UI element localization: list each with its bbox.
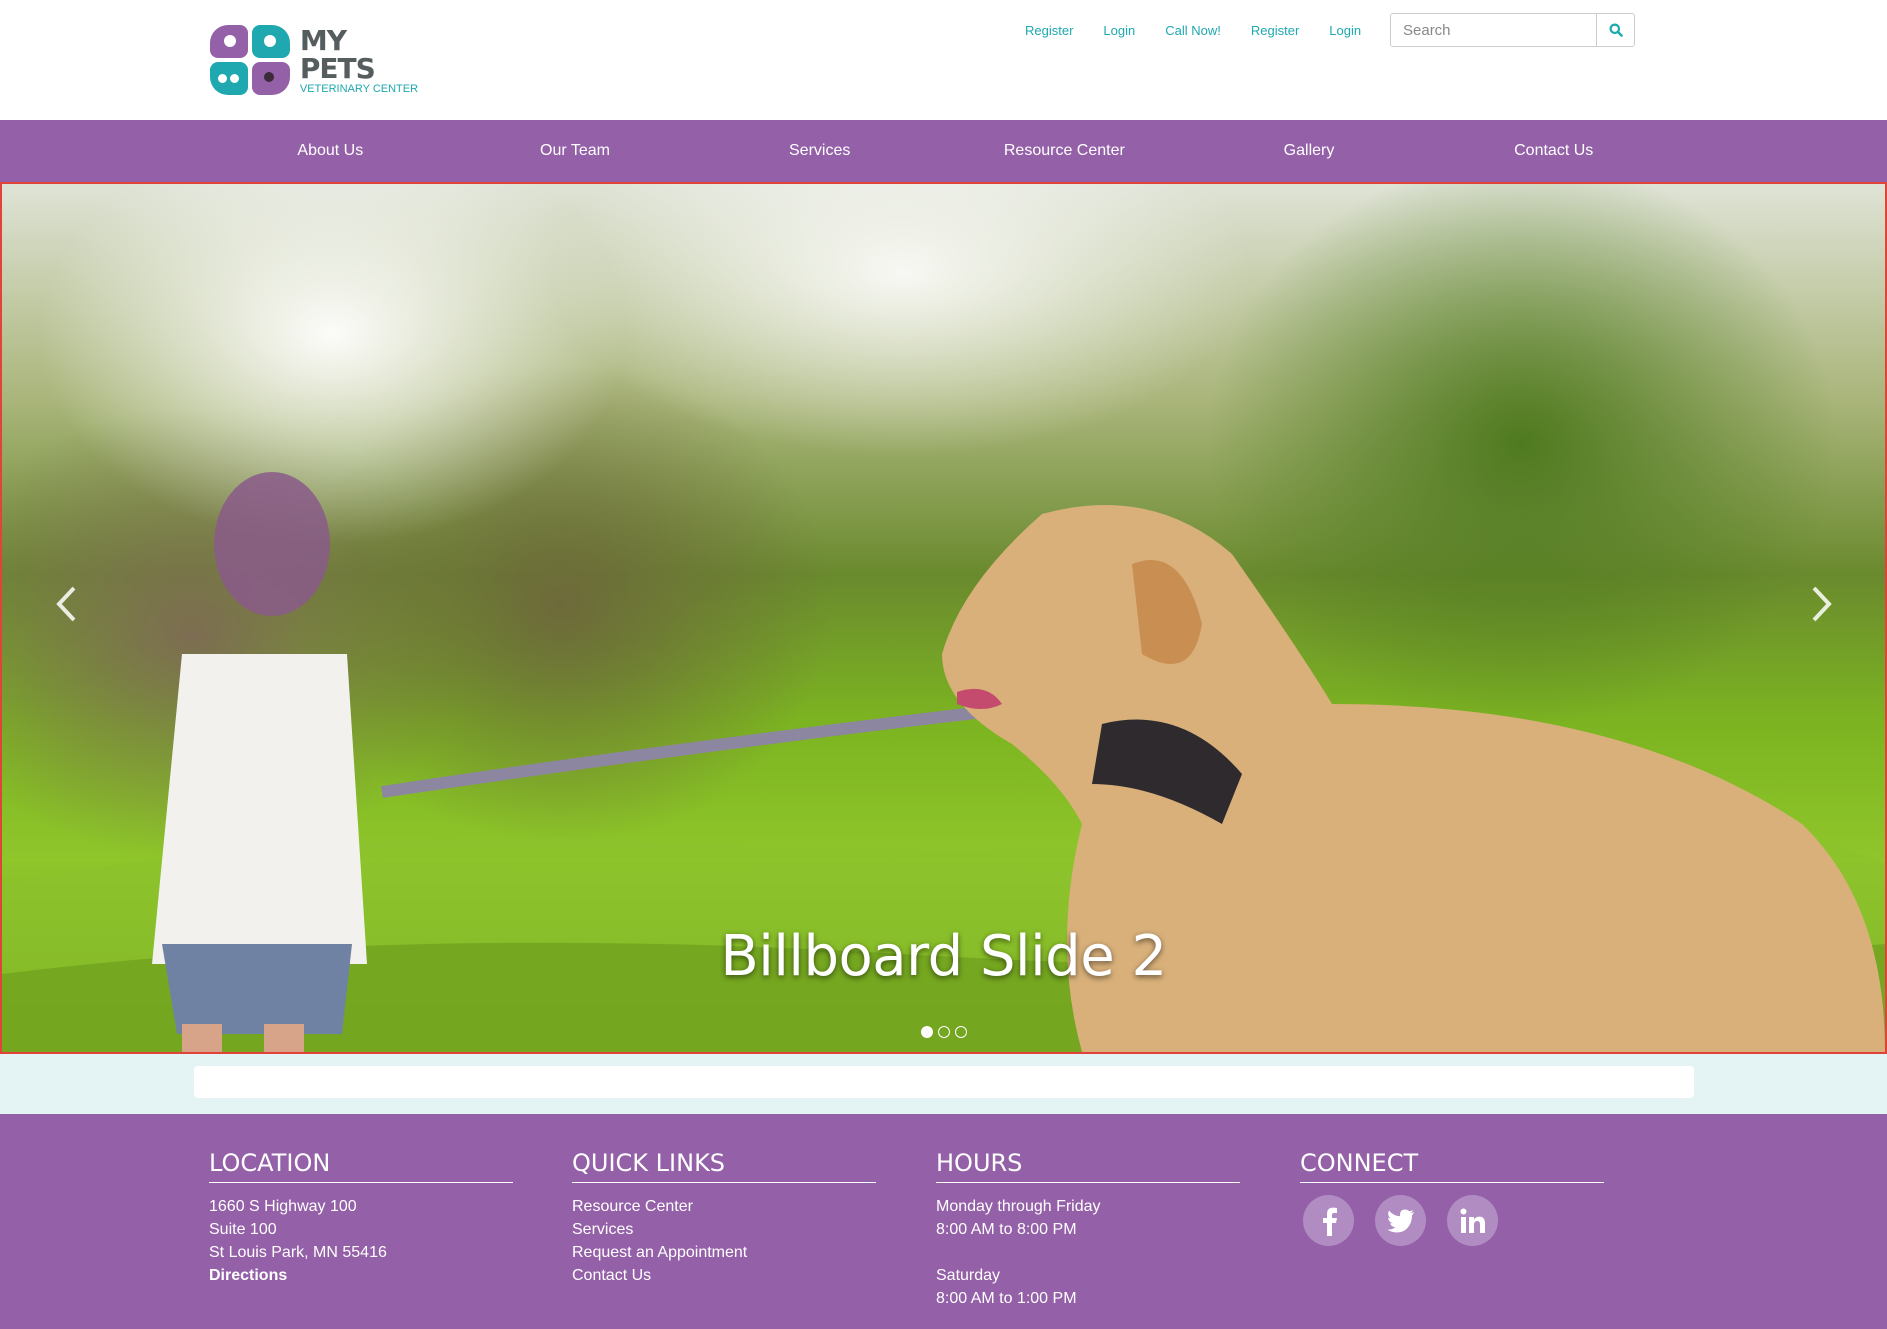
address-line-3: St Louis Park, MN 55416 — [209, 1244, 387, 1261]
call-now-link[interactable]: Call Now! — [1150, 20, 1236, 42]
footer-quick-links: QUICK LINKS Resource Center Services Req… — [572, 1148, 876, 1287]
hours-weekday-time: 8:00 AM to 8:00 PM — [936, 1221, 1077, 1238]
carousel-indicators — [2, 1026, 1885, 1038]
nav-about-us[interactable]: About Us — [208, 120, 453, 182]
connect-heading: CONNECT — [1300, 1148, 1604, 1183]
linkedin-icon[interactable] — [1447, 1195, 1498, 1246]
logo-tagline: VETERINARY CENTER — [299, 83, 419, 95]
search-icon — [1609, 23, 1623, 37]
quick-link-contact-us[interactable]: Contact Us — [572, 1267, 651, 1284]
content-box — [194, 1066, 1694, 1098]
footer-location: LOCATION 1660 S Highway 100 Suite 100 St… — [209, 1148, 513, 1287]
hours-saturday-time: 8:00 AM to 1:00 PM — [936, 1290, 1077, 1307]
nav-gallery[interactable]: Gallery — [1187, 120, 1432, 182]
address-line-1: 1660 S Highway 100 — [209, 1198, 357, 1215]
location-heading: LOCATION — [209, 1148, 513, 1183]
quick-links-heading: QUICK LINKS — [572, 1148, 876, 1183]
main-nav: About Us Our Team Services Resource Cent… — [0, 120, 1887, 182]
carousel-dot-2[interactable] — [937, 1026, 950, 1038]
carousel-dot-1[interactable] — [920, 1026, 933, 1038]
logo-mark-icon — [210, 25, 290, 97]
billboard-slide-image — [2, 472, 1885, 1052]
address-line-2: Suite 100 — [209, 1221, 277, 1238]
login-link[interactable]: Login — [1088, 20, 1150, 42]
hours-saturday-label: Saturday — [936, 1267, 1001, 1284]
register-link-2[interactable]: Register — [1236, 20, 1314, 42]
nav-contact-us[interactable]: Contact Us — [1431, 120, 1676, 182]
hours-heading: HOURS — [936, 1148, 1240, 1183]
search-box — [1390, 13, 1635, 47]
login-link-2[interactable]: Login — [1314, 20, 1376, 42]
logo-title: MY PETS — [299, 24, 376, 85]
nav-resource-center[interactable]: Resource Center — [942, 120, 1187, 182]
site-footer: LOCATION 1660 S Highway 100 Suite 100 St… — [0, 1114, 1887, 1329]
search-button[interactable] — [1596, 14, 1634, 46]
site-header: MY PETS VETERINARY CENTER Register Login… — [0, 0, 1887, 120]
carousel-next-button[interactable] — [1802, 579, 1842, 629]
search-input[interactable] — [1391, 14, 1596, 46]
carousel-prev-button[interactable] — [46, 579, 86, 629]
quick-link-request-appointment[interactable]: Request an Appointment — [572, 1244, 747, 1261]
carousel-dot-3[interactable] — [954, 1026, 967, 1038]
footer-connect: CONNECT — [1300, 1148, 1604, 1246]
content-band — [0, 1054, 1887, 1114]
nav-services[interactable]: Services — [697, 120, 942, 182]
chevron-right-icon — [1812, 586, 1832, 622]
quick-link-resource-center[interactable]: Resource Center — [572, 1198, 693, 1215]
twitter-icon[interactable] — [1375, 1195, 1426, 1246]
billboard-caption: Billboard Slide 2 — [720, 924, 1167, 989]
top-links: Register Login Call Now! Register Login — [1010, 20, 1376, 42]
directions-link[interactable]: Directions — [209, 1267, 287, 1284]
facebook-icon[interactable] — [1303, 1195, 1354, 1246]
chevron-left-icon — [56, 586, 76, 622]
hours-weekday-label: Monday through Friday — [936, 1198, 1101, 1215]
quick-link-services[interactable]: Services — [572, 1221, 633, 1238]
billboard-carousel: Billboard Slide 2 — [0, 182, 1887, 1054]
nav-our-team[interactable]: Our Team — [453, 120, 698, 182]
site-logo[interactable]: MY PETS VETERINARY CENTER — [210, 24, 420, 98]
footer-hours: HOURS Monday through Friday 8:00 AM to 8… — [936, 1148, 1240, 1310]
register-link[interactable]: Register — [1010, 20, 1088, 42]
